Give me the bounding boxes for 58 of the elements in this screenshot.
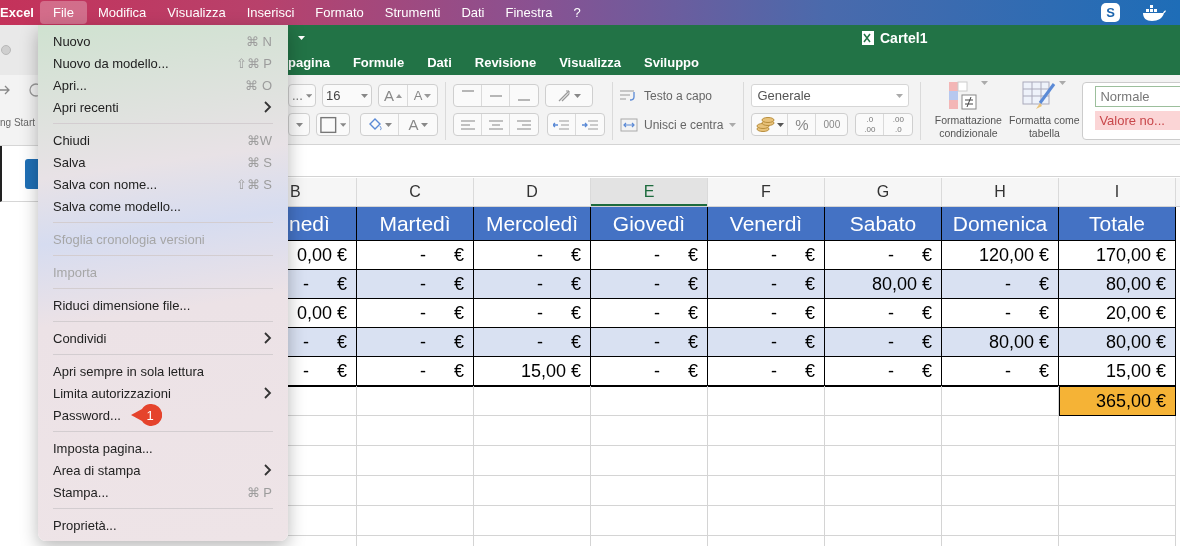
table-cell: 80,00 € xyxy=(1059,328,1176,357)
table-cell: - € xyxy=(474,328,591,357)
table-cell: - € xyxy=(591,299,708,328)
table-cell: - € xyxy=(825,328,942,357)
table-cell: - € xyxy=(825,357,942,387)
header-cell: Giovedì xyxy=(591,207,708,241)
window-title: Cartel1 xyxy=(880,29,928,46)
table-cell: - € xyxy=(825,241,942,270)
table-cell: - € xyxy=(591,357,708,387)
table-cell: 20,00 € xyxy=(1059,299,1176,328)
table-cell: - € xyxy=(474,270,591,299)
table-cell: - € xyxy=(357,270,474,299)
shortcut-label: ⇧⌘ P xyxy=(235,55,272,71)
shortcut-label: ⇧⌘ S xyxy=(235,176,272,192)
table-cell: - € xyxy=(591,241,708,270)
table-cell: - € xyxy=(474,299,591,328)
shortcut-label: ⌘ O xyxy=(245,77,272,93)
callout-badge: 1 xyxy=(131,403,162,427)
shortcut-label: ⌘W xyxy=(246,132,272,148)
table-cell: - € xyxy=(474,241,591,270)
table-cell: 365,00 € xyxy=(1059,386,1176,416)
table-cell: 170,00 € xyxy=(1059,241,1176,270)
header-cell: Martedì xyxy=(357,207,474,241)
table-cell: - € xyxy=(591,328,708,357)
table-cell: - € xyxy=(825,299,942,328)
table-cell: - € xyxy=(357,357,474,387)
table-cell: - € xyxy=(357,241,474,270)
table-cell: - € xyxy=(288,357,357,387)
table-cell: - € xyxy=(357,328,474,357)
table-cell: - € xyxy=(708,328,825,357)
shortcut-label: ⌘ S xyxy=(246,154,272,170)
header-cell: Totale xyxy=(1059,207,1176,241)
table-cell: - € xyxy=(942,357,1059,387)
header-cell: Venerdì xyxy=(708,207,825,241)
table-cell: 15,00 € xyxy=(474,357,591,387)
table-cell: - € xyxy=(942,270,1059,299)
header-cell: Mercoledì xyxy=(474,207,591,241)
table-cell: - € xyxy=(591,270,708,299)
table-cell: - € xyxy=(357,299,474,328)
shortcut-label: ⌘ P xyxy=(246,484,272,500)
table-cell: - € xyxy=(942,299,1059,328)
table-cell: - € xyxy=(288,270,357,299)
header-cell: Sabato xyxy=(825,207,942,241)
table-cell: 80,00 € xyxy=(1059,270,1176,299)
table-cell: 0,00 € xyxy=(288,241,357,270)
table-cell: - € xyxy=(708,241,825,270)
table-cell: 80,00 € xyxy=(825,270,942,299)
table-cell: - € xyxy=(708,299,825,328)
table-cell: - € xyxy=(708,357,825,387)
table-cell: - € xyxy=(708,270,825,299)
header-cell: Domenica xyxy=(942,207,1059,241)
table-cell: - € xyxy=(288,328,357,357)
header-cell: nedì xyxy=(288,207,357,241)
table-cell: 15,00 € xyxy=(1059,357,1176,387)
table-cell: 80,00 € xyxy=(942,328,1059,357)
table-cell: 120,00 € xyxy=(942,241,1059,270)
table-cell: 0,00 € xyxy=(288,299,357,328)
shortcut-label: ⌘ N xyxy=(246,33,272,49)
